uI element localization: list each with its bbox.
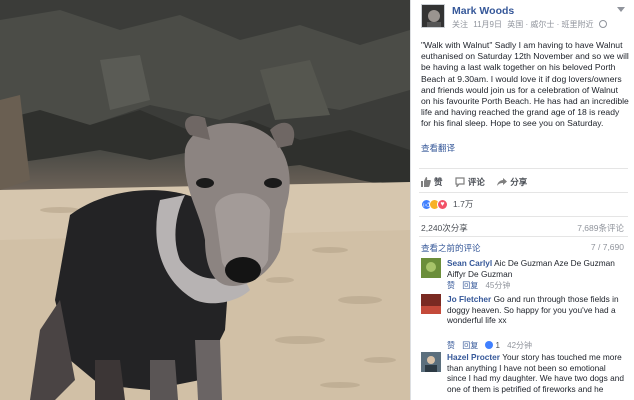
author-name[interactable]: Mark Woods [452, 5, 514, 17]
share-icon [497, 178, 508, 186]
commenter-avatar[interactable] [421, 352, 441, 372]
comment-button[interactable]: 评论 [455, 176, 485, 188]
commenter-avatar-image [421, 258, 441, 278]
like-button[interactable]: 赞 [421, 176, 443, 188]
share-count[interactable]: 2,240次分享 [421, 222, 468, 234]
comment-likes[interactable]: 1 [485, 341, 500, 350]
commenter-name[interactable]: Sean Carlyl [447, 258, 492, 268]
comment-time[interactable]: 42分钟 [507, 341, 532, 350]
greyhound-on-beach-image [0, 0, 410, 400]
globe-icon [598, 20, 607, 28]
comment-like-count: 1 [495, 341, 500, 350]
reactions-summary[interactable]: 👍︎ ♥ 1.7万 [421, 198, 473, 210]
view-previous-comments-link[interactable]: 查看之前的评论 [421, 242, 481, 254]
follow-link[interactable]: 关注 [452, 20, 468, 29]
comment-icon [455, 177, 465, 187]
commenter-avatar[interactable] [421, 294, 441, 314]
share-label: 分享 [510, 177, 528, 187]
divider [419, 216, 628, 217]
comment-meta: 赞 回复 1 42分钟 [447, 340, 532, 351]
post-panel: Mark Woods 关注 11月9日 英国 · 威尔士 · 班里附近 "Wal… [410, 0, 634, 400]
divider [419, 192, 628, 193]
comment-reply-link[interactable]: 回复 [462, 341, 478, 350]
post-photo[interactable] [0, 0, 410, 400]
author-avatar[interactable] [421, 4, 445, 28]
comment-item: Hazel Procter Your story has touched me … [421, 352, 627, 400]
post-meta: 关注 11月9日 英国 · 威尔士 · 班里附近 [452, 19, 610, 30]
comment-time[interactable]: 45分钟 [485, 281, 510, 290]
comment-reply-link[interactable]: 回复 [462, 281, 478, 290]
post-location[interactable]: 英国 · 威尔士 · 班里附近 [507, 20, 593, 29]
share-button[interactable]: 分享 [497, 176, 527, 188]
like-reaction-icon [485, 341, 494, 349]
commenter-name[interactable]: Hazel Procter [447, 352, 500, 362]
reaction-count: 1.7万 [453, 199, 474, 209]
comment-body: Hazel Procter Your story has touched me … [447, 352, 627, 395]
comment-item: Jo Fletcher Go and run through those fie… [421, 294, 627, 350]
commenter-name[interactable]: Jo Fletcher [447, 294, 491, 304]
post-header: Mark Woods 关注 11月9日 英国 · 威尔士 · 班里附近 [421, 4, 631, 32]
comment-item: Sean Carlyl Aic De Guzman Aze De Guzman … [421, 258, 627, 294]
comment-progress: 7 / 7,690 [590, 242, 624, 252]
love-reaction-icon: ♥ [437, 198, 448, 210]
comment-like-link[interactable]: 赞 [447, 281, 455, 290]
post-actions: 赞 评论 分享 [421, 176, 537, 189]
divider [419, 168, 628, 169]
divider [419, 236, 628, 237]
see-translation-link[interactable]: 查看翻译 [421, 142, 455, 154]
comment-label: 评论 [467, 177, 485, 187]
view-count: 7,689条评论 [577, 223, 624, 233]
commenter-avatar-image [421, 294, 441, 314]
post-date[interactable]: 11月9日 [473, 20, 502, 29]
comment-meta: 赞 回复 45分钟 [447, 280, 510, 291]
comment-like-link[interactable]: 赞 [447, 341, 455, 350]
comment-body: Sean Carlyl Aic De Guzman Aze De Guzman … [447, 258, 627, 279]
author-avatar-image [422, 5, 444, 27]
post-text: "Walk with Walnut" Sadly I am having to … [421, 40, 629, 129]
commenter-avatar[interactable] [421, 258, 441, 278]
comment-body: Jo Fletcher Go and run through those fie… [447, 294, 627, 326]
like-thumb-icon [421, 177, 431, 187]
dropdown-caret-icon[interactable] [617, 7, 625, 12]
like-label: 赞 [434, 177, 443, 187]
commenter-avatar-image [421, 352, 441, 372]
